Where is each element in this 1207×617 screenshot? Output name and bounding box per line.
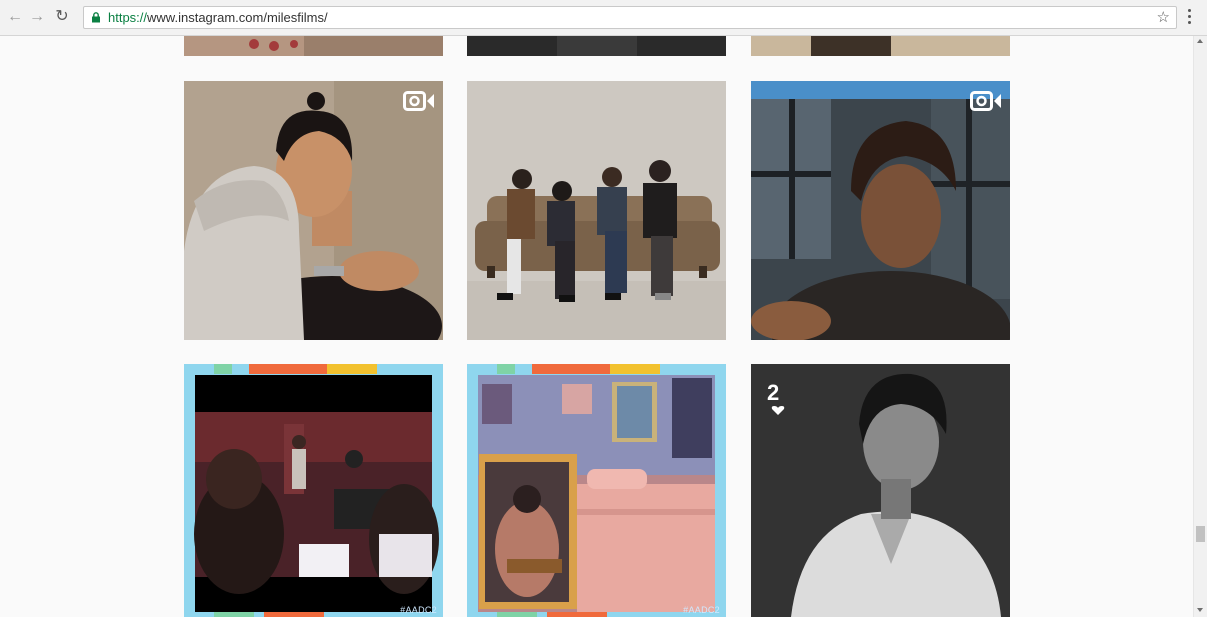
carousel-badge: 2 [767,380,780,405]
post-thumbnail-top-2[interactable] [467,36,726,56]
post-image [184,36,443,56]
post-thumbnail-bw-portrait[interactable]: 2 [751,364,1010,617]
post-thumbnail-curly-hair-boy[interactable] [751,81,1010,340]
scrollbar-thumb[interactable] [1196,526,1205,542]
post-thumbnail-top-3[interactable] [751,36,1010,56]
video-camera-icon [970,91,1001,111]
scroll-up-arrow-icon[interactable] [1197,39,1203,43]
back-arrow-icon[interactable]: ← [6,8,24,26]
browser-menu-icon[interactable] [1186,9,1192,27]
hashtag-overlay: #AADC2 [683,605,720,615]
post-image [184,81,443,340]
post-thumbnail-aadc2-concert[interactable]: #AADC2 [184,364,443,617]
page-viewport: #AADC2 #AADC2 2 [0,36,1193,617]
heart-icon [771,406,785,415]
post-image [751,36,1010,56]
forward-arrow-icon[interactable]: → [28,8,46,26]
post-image [467,81,726,340]
reload-icon[interactable]: ↻ [53,8,71,26]
post-image [751,81,1010,340]
post-image [751,364,1010,617]
hashtag-overlay: #AADC2 [400,605,437,615]
url-scheme: https:// [108,10,148,25]
url-path: www.instagram.com/milesfilms/ [147,10,328,25]
post-thumbnail-top-1[interactable] [184,36,443,56]
bookmark-star-icon[interactable]: ☆ [1157,8,1170,26]
post-thumbnail-makeup[interactable] [184,81,443,340]
lock-icon [92,12,100,23]
page-scrollbar[interactable] [1193,36,1207,617]
post-thumbnail-sofa-cast[interactable] [467,81,726,340]
post-thumbnail-aadc2-bedroom[interactable]: #AADC2 [467,364,726,617]
address-bar[interactable]: https://www.instagram.com/milesfilms/ ☆ [83,6,1177,29]
video-camera-icon [403,91,434,111]
post-image [467,36,726,56]
browser-toolbar: ← → ↻ https://www.instagram.com/milesfil… [0,0,1207,36]
post-image [467,364,726,617]
url-text[interactable]: https://www.instagram.com/milesfilms/ [108,10,328,25]
scroll-down-arrow-icon[interactable] [1197,608,1203,612]
post-image [184,364,443,617]
